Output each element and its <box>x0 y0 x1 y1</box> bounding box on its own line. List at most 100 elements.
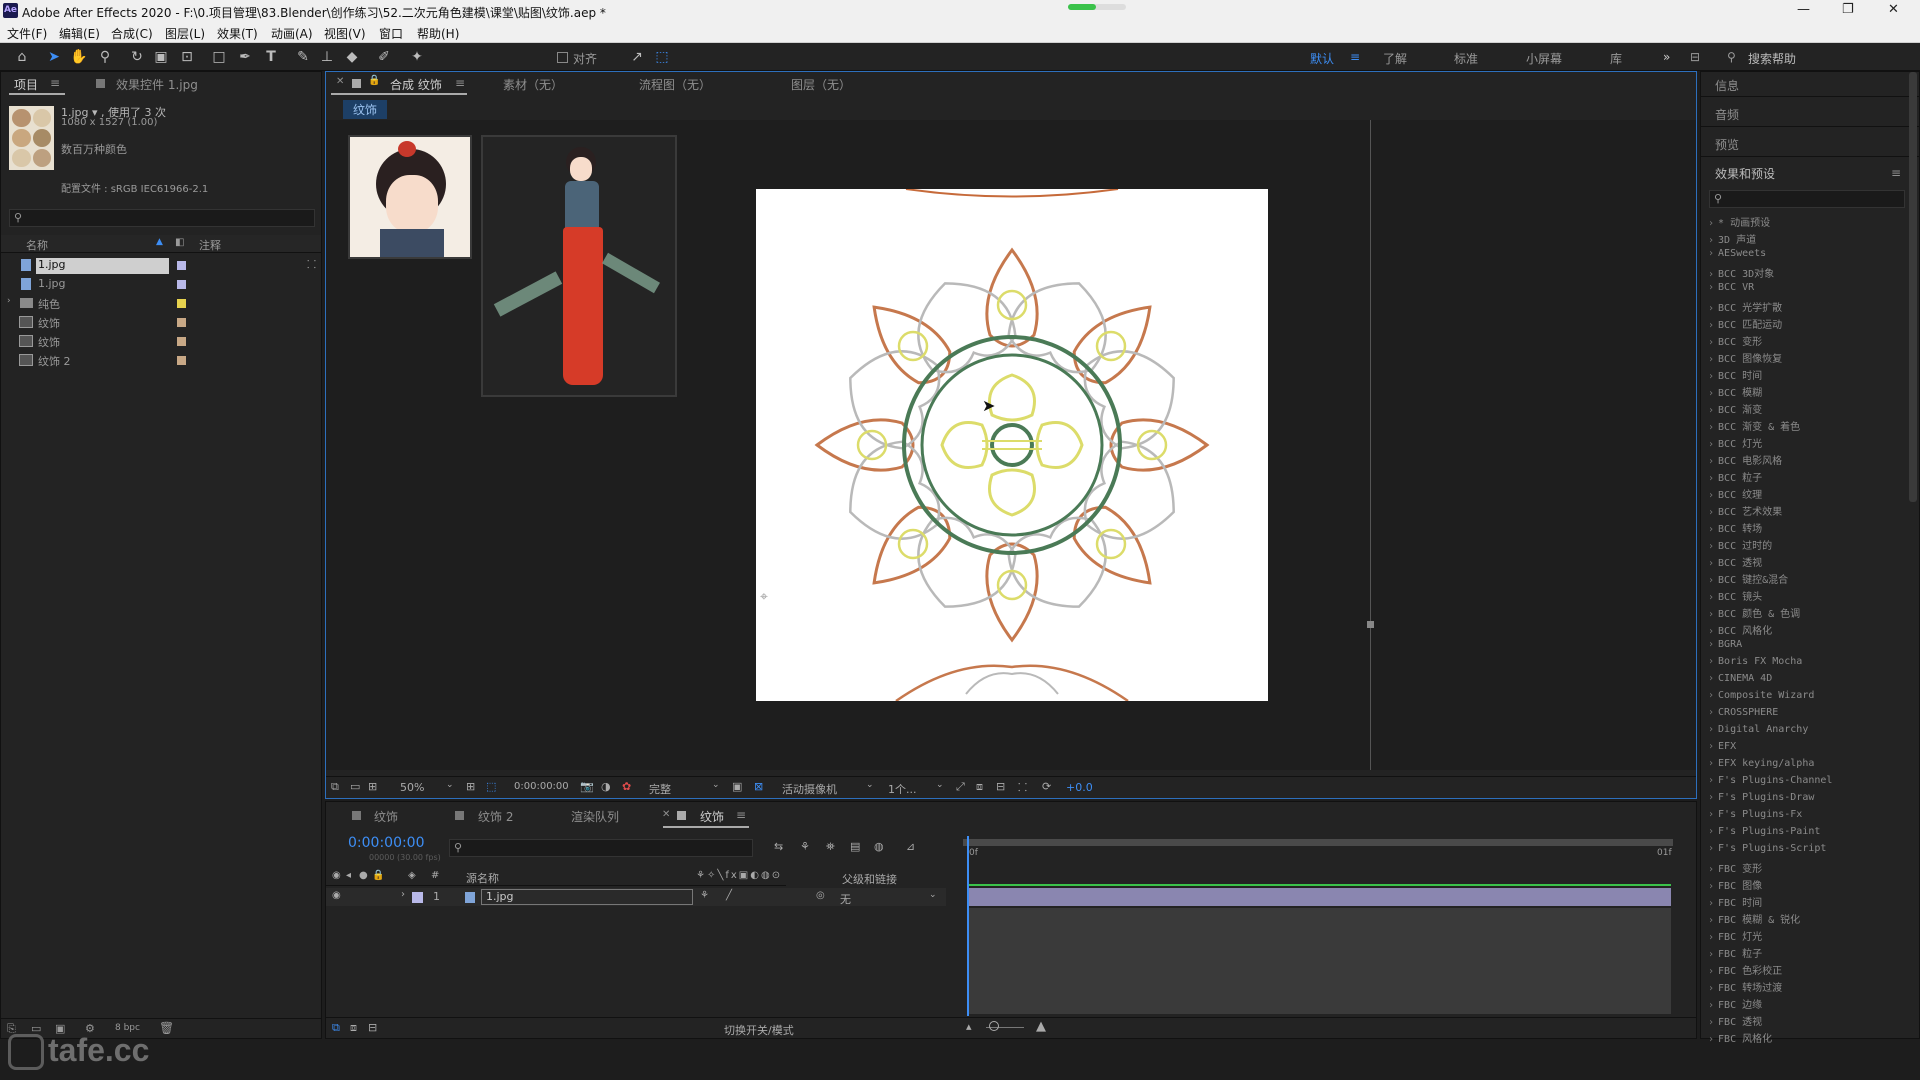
effect-category-item[interactable]: › FBC 色彩校正 <box>1708 962 1782 977</box>
zoom-dropdown[interactable]: 50% <box>400 781 424 794</box>
effect-category-item[interactable]: › F's Plugins-Draw <box>1708 792 1814 803</box>
close-tab-icon[interactable]: ✕ <box>336 76 344 87</box>
always-preview-icon[interactable]: ⧉ <box>331 780 339 794</box>
chevron-right-icon[interactable]: › <box>1708 609 1714 620</box>
chevron-right-icon[interactable]: › <box>1708 639 1714 650</box>
comp-breadcrumb[interactable]: 纹饰 <box>343 100 388 119</box>
menu-composition[interactable]: 合成(C) <box>111 25 153 42</box>
effect-category-item[interactable]: › BCC 纹理 <box>1708 486 1762 501</box>
effect-category-item[interactable]: › FBC 粒子 <box>1708 945 1762 960</box>
tab-layer[interactable]: 图层（无） <box>791 76 851 93</box>
minimize-button[interactable]: — <box>1797 2 1810 17</box>
motion-blur-icon[interactable]: ◍ <box>874 840 884 853</box>
effect-category-item[interactable]: › BCC 图像恢复 <box>1708 350 1782 365</box>
effect-category-item[interactable]: › BCC 3D对象 <box>1708 265 1774 280</box>
menu-edit[interactable]: 编辑(E) <box>59 25 100 42</box>
project-item-row[interactable]: › 纯色 <box>1 294 319 313</box>
chevron-right-icon[interactable]: › <box>1708 405 1714 416</box>
tab-composition[interactable]: 合成 纹饰 <box>390 76 442 93</box>
effect-category-item[interactable]: › EFX keying/alpha <box>1708 758 1814 769</box>
frame-blending-icon[interactable]: ▤ <box>850 840 860 853</box>
layer-row[interactable]: ◉ › 1 1.jpg ⚘ ╱ ◎ 无 ⌄ <box>326 888 946 906</box>
chevron-right-icon[interactable]: › <box>1708 592 1714 603</box>
chevron-down-icon[interactable]: ⌄ <box>712 780 720 790</box>
parent-pickwhip-icon[interactable]: ◎ <box>816 890 825 901</box>
layer-search-input[interactable]: ⚲ <box>449 839 753 857</box>
chevron-right-icon[interactable]: › <box>1708 966 1714 977</box>
chevron-right-icon[interactable]: › <box>1708 932 1714 943</box>
transparency-grid-icon[interactable]: ⊠ <box>754 780 763 793</box>
project-item-row[interactable]: 纹饰 <box>1 332 319 351</box>
effect-category-item[interactable]: › BCC 艺术效果 <box>1708 503 1782 518</box>
effect-category-item[interactable]: › BCC 光学扩散 <box>1708 299 1782 314</box>
expand-arrow-icon[interactable]: › <box>401 889 405 900</box>
effect-category-item[interactable]: › Composite Wizard <box>1708 690 1814 701</box>
audio-panel-header[interactable]: 音频 <box>1715 106 1739 123</box>
effect-category-item[interactable]: › F's Plugins-Channel <box>1708 775 1832 786</box>
snap-icon[interactable]: ↗ <box>628 48 646 66</box>
effect-category-item[interactable]: › FBC 透视 <box>1708 1013 1762 1028</box>
menu-file[interactable]: 文件(F) <box>7 25 47 42</box>
project-item-row[interactable]: 1.jpg <box>1 275 319 294</box>
effects-search-input[interactable]: ⚲ <box>1709 190 1905 208</box>
rotate-tool-icon[interactable]: ↻ <box>128 48 146 66</box>
effect-category-item[interactable]: › AESweets <box>1708 248 1766 259</box>
tab-timeline-active[interactable]: 纹饰 <box>700 808 724 825</box>
chevron-right-icon[interactable]: › <box>1708 490 1714 501</box>
viewer-guide-line[interactable] <box>1370 120 1371 770</box>
home-icon[interactable]: ⌂ <box>13 48 31 66</box>
parent-dropdown[interactable]: 无 <box>840 891 851 907</box>
effect-category-item[interactable]: › BCC 电影风格 <box>1708 452 1782 467</box>
chevron-right-icon[interactable]: › <box>1708 983 1714 994</box>
guide-handle[interactable] <box>1367 621 1374 628</box>
region-of-interest-icon[interactable]: ▣ <box>732 780 742 793</box>
project-item-row[interactable]: 纹饰 2 <box>1 351 319 370</box>
zoom-out-icon[interactable]: ▴ <box>966 1020 972 1033</box>
timecode-display[interactable]: 0:00:00:00 <box>348 835 425 851</box>
project-item-row[interactable]: 纹饰 <box>1 313 319 332</box>
viewer-canvas[interactable]: ⌖ ➤ <box>326 120 1696 770</box>
effect-category-item[interactable]: › F's Plugins-Fx <box>1708 809 1802 820</box>
hand-tool-icon[interactable]: ✋ <box>70 48 88 66</box>
visibility-eye-icon[interactable]: ◉ <box>332 890 341 901</box>
label-column-icon[interactable]: ◧ <box>175 237 184 248</box>
label-color-swatch[interactable] <box>177 299 186 308</box>
resolution-dropdown[interactable]: 完整 <box>649 781 671 797</box>
chevron-right-icon[interactable]: › <box>1708 758 1714 769</box>
tab-flowchart[interactable]: 流程图（无） <box>639 76 711 93</box>
effect-category-item[interactable]: › BCC 模糊 <box>1708 384 1762 399</box>
effect-category-item[interactable]: › CROSSPHERE <box>1708 707 1778 718</box>
chevron-right-icon[interactable]: › <box>1708 248 1714 259</box>
eraser-tool-icon[interactable]: ◆ <box>343 48 361 66</box>
chevron-right-icon[interactable]: › <box>1708 864 1714 875</box>
source-name-column[interactable]: 源名称 <box>466 870 499 886</box>
menu-icon[interactable]: ≡ <box>736 808 746 822</box>
type-tool-icon[interactable]: T <box>262 48 280 66</box>
effect-category-item[interactable]: › BCC 渐变 <box>1708 401 1762 416</box>
effect-category-item[interactable]: › F's Plugins-Script <box>1708 843 1826 854</box>
chevron-right-icon[interactable]: › <box>1708 371 1714 382</box>
chevron-right-icon[interactable]: › <box>1708 524 1714 535</box>
effect-category-item[interactable]: › BCC 变形 <box>1708 333 1762 348</box>
shy-layers-icon[interactable]: ⛯ <box>826 840 835 854</box>
work-area-bar[interactable] <box>963 839 1673 846</box>
effect-category-item[interactable]: › FBC 模糊 & 锐化 <box>1708 911 1800 926</box>
chevron-down-icon[interactable]: ⌄ <box>936 780 944 790</box>
chevron-right-icon[interactable]: › <box>1708 558 1714 569</box>
effect-category-item[interactable]: › BCC 粒子 <box>1708 469 1762 484</box>
effects-presets-header[interactable]: 效果和预设 <box>1715 165 1775 182</box>
effect-category-item[interactable]: › CINEMA 4D <box>1708 673 1772 684</box>
flowchart-icon[interactable]: ⸬ <box>1018 780 1027 795</box>
brush-tool-icon[interactable]: ✎ <box>294 48 312 66</box>
menu-icon[interactable]: ≡ <box>1891 166 1901 180</box>
clone-stamp-tool-icon[interactable]: ⊥ <box>318 48 336 66</box>
info-panel-header[interactable]: 信息 <box>1715 77 1739 94</box>
column-name[interactable]: 名称 <box>26 237 48 253</box>
expand-arrow-icon[interactable]: › <box>7 296 11 306</box>
chevron-right-icon[interactable]: › <box>1708 898 1714 909</box>
show-snapshot-icon[interactable]: ◑ <box>601 780 611 793</box>
layer-label-swatch[interactable] <box>412 892 423 903</box>
panel-toggle-icon[interactable]: ⊟ <box>1690 50 1700 64</box>
chevron-right-icon[interactable]: › <box>1708 507 1714 518</box>
snap-box-icon[interactable]: ⬚ <box>653 48 671 66</box>
